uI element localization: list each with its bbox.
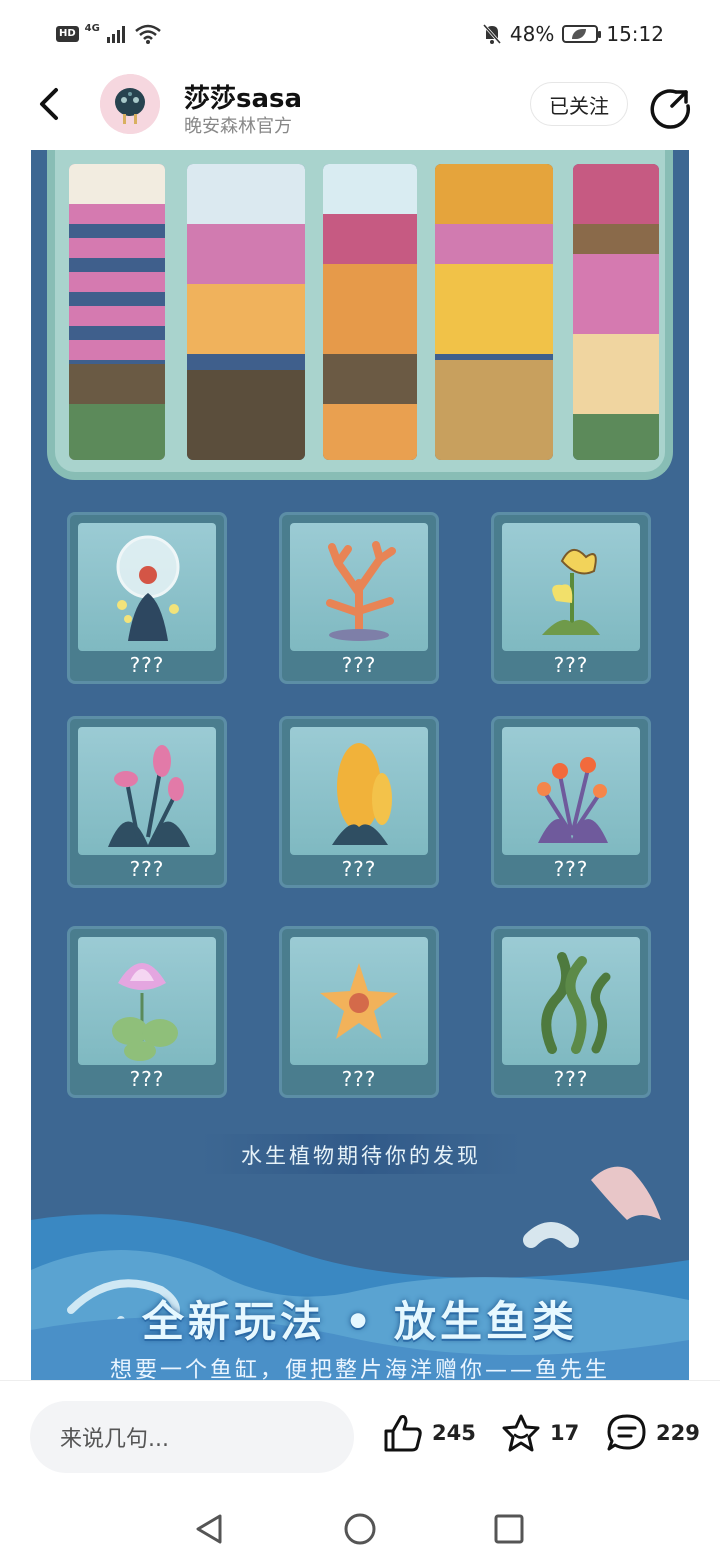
hd-indicator: HD — [56, 26, 79, 42]
like-count: 245 — [432, 1421, 476, 1445]
plant-card-label: ??? — [553, 857, 589, 881]
tagline-banner: 水生植物期待你的发现 — [201, 1134, 521, 1174]
status-left: HD 4G — [56, 22, 162, 44]
plant-card-label: ??? — [553, 653, 589, 677]
follow-button[interactable]: 已关注 — [530, 82, 628, 126]
comment-count: 229 — [656, 1421, 700, 1445]
feature-subtitle: 想要一个鱼缸，便把整片海洋赠你——鱼先生 — [109, 1358, 610, 1380]
garden-plot-4 — [435, 164, 553, 460]
plant-card-label: ??? — [341, 1067, 377, 1091]
jellyfish-plant-icon — [116, 535, 180, 641]
garden-plot-1 — [69, 164, 165, 460]
pink-lily-icon — [108, 745, 190, 847]
plant-card-label: ??? — [129, 653, 165, 677]
plant-card-3[interactable]: ??? — [491, 512, 651, 684]
status-right: 48% 15:12 — [482, 22, 664, 46]
share-icon[interactable] — [648, 86, 692, 130]
like-button[interactable]: 245 — [382, 1413, 476, 1453]
plant-card-2[interactable]: ??? — [279, 512, 439, 684]
battery-icon — [562, 25, 602, 43]
author-subtitle: 晚安森林官方 — [184, 116, 292, 137]
signal-icon — [106, 26, 125, 43]
plant-card-label: ??? — [341, 857, 377, 881]
plant-card-7[interactable]: ??? — [67, 926, 227, 1098]
feature-title: 全新玩法 • 放生鱼类 — [141, 1297, 579, 1346]
star-icon — [502, 1414, 540, 1452]
garden-plot-2 — [187, 164, 305, 460]
favorite-button[interactable]: 17 — [500, 1413, 579, 1453]
avatar[interactable] — [100, 74, 160, 134]
clock: 15:12 — [606, 22, 664, 46]
starfish-plant-icon — [320, 963, 398, 1039]
bottom-action-bar: 来说几句... 245 17 229 — [0, 1380, 720, 1494]
comment-bubble-icon — [607, 1414, 646, 1451]
plant-card-6[interactable]: ??? — [491, 716, 651, 888]
plant-card-label: ??? — [129, 857, 165, 881]
system-nav-bar — [0, 1494, 720, 1567]
nav-recents-icon[interactable] — [492, 1512, 526, 1546]
wifi-icon — [135, 24, 161, 44]
plant-card-5[interactable]: ??? — [279, 716, 439, 888]
garden-plot-3 — [323, 164, 417, 460]
plant-card-4[interactable]: ??? — [67, 716, 227, 888]
garden-preview — [47, 150, 673, 480]
favorite-count: 17 — [550, 1421, 580, 1445]
avatar-character-icon — [100, 74, 160, 134]
post-header: 莎莎sasa 晚安森林官方 已关注 — [0, 72, 720, 150]
yellow-iris-icon — [542, 549, 600, 635]
plant-card-8[interactable]: ??? — [279, 926, 439, 1098]
water-lily-icon — [112, 963, 178, 1061]
network-label: 4G — [84, 22, 100, 34]
orange-flower-spike-icon — [332, 743, 392, 845]
post-image[interactable]: ??? ??? ??? ??? ??? ??? ??? ??? ??? 水生植物… — [31, 150, 689, 1380]
plant-card-label: ??? — [341, 653, 377, 677]
author-name[interactable]: 莎莎sasa — [184, 78, 302, 115]
glowing-lantern-plant-icon — [537, 757, 608, 843]
status-bar: HD 4G 48% 15:12 — [0, 0, 720, 72]
plant-card-9[interactable]: ??? — [491, 926, 651, 1098]
plant-card-label: ??? — [129, 1067, 165, 1091]
comment-input[interactable]: 来说几句... — [30, 1401, 354, 1473]
seaweed-icon — [541, 952, 611, 1054]
plant-card-label: ??? — [553, 1067, 589, 1091]
nav-back-icon[interactable] — [192, 1512, 226, 1546]
back-arrow-icon[interactable] — [30, 84, 70, 124]
plant-card-1[interactable]: ??? — [67, 512, 227, 684]
nav-home-icon[interactable] — [343, 1512, 377, 1546]
battery-percent: 48% — [509, 22, 555, 46]
thumbs-up-icon — [384, 1415, 422, 1452]
garden-plot-5 — [573, 164, 659, 460]
mute-bell-icon — [482, 24, 502, 44]
comment-button[interactable]: 229 — [606, 1413, 700, 1453]
coral-icon — [326, 541, 396, 641]
tagline-text: 水生植物期待你的发现 — [241, 1144, 481, 1168]
